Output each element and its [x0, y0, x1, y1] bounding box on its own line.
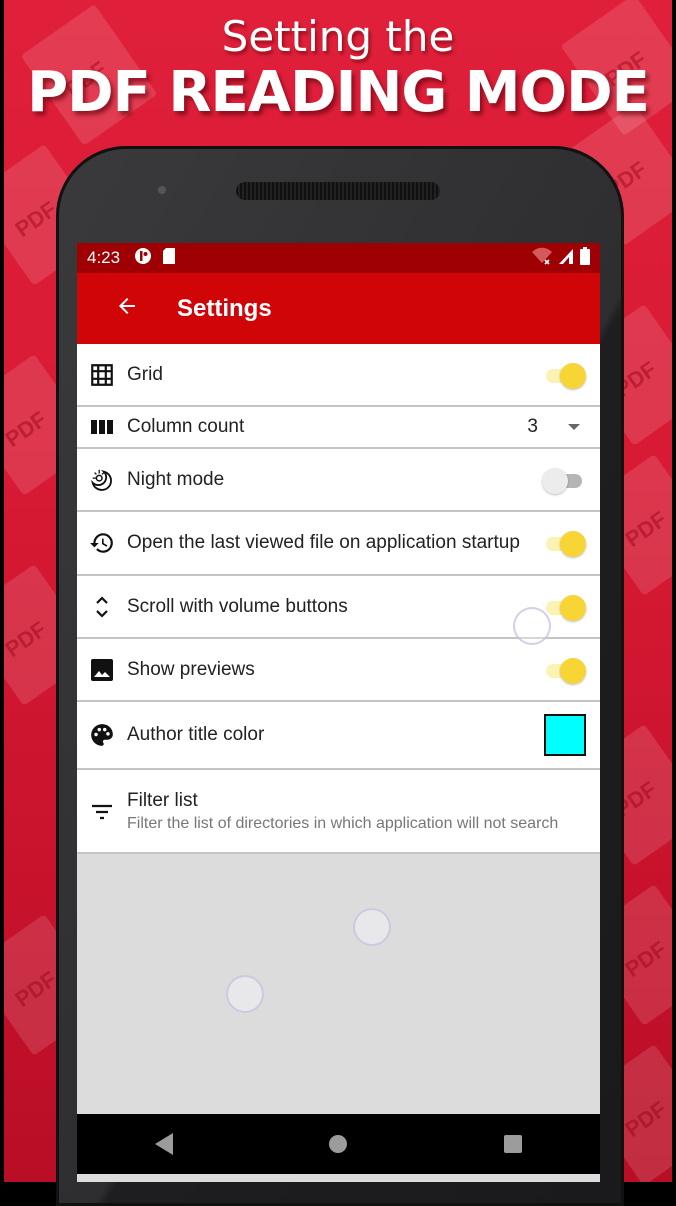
show-previews-switch[interactable] [542, 657, 586, 684]
right-edge [672, 0, 676, 1182]
palette-icon [89, 722, 115, 748]
setting-open-last-file[interactable]: Open the last viewed file on application… [77, 512, 600, 576]
scroll-volume-switch[interactable] [542, 594, 586, 621]
navigation-bar [77, 1114, 600, 1174]
pdf-tile-label: PDF [620, 1096, 671, 1142]
promo-title: PDF READING MODE [27, 60, 650, 125]
earpiece-speaker [236, 182, 440, 200]
setting-night-mode[interactable]: Night mode [77, 449, 600, 512]
phone-screen: 4:23 Settings Grid Column count 3 Night … [77, 243, 600, 1182]
pdf-tile-label: PDF [620, 936, 671, 982]
nav-back-button[interactable] [155, 1133, 174, 1155]
front-camera [158, 186, 166, 194]
setting-filter-list[interactable]: Filter list Filter the list of directori… [77, 770, 600, 854]
touch-indicator [226, 975, 264, 1013]
wifi-off-icon [532, 247, 552, 270]
pdf-tile-label: PDF [4, 406, 51, 452]
author-color-swatch[interactable] [544, 714, 586, 756]
battery-icon [580, 246, 590, 270]
grid-icon [89, 362, 115, 388]
setting-label: Night mode [127, 468, 225, 490]
setting-label: Open the last viewed file on application… [127, 532, 520, 553]
grid-switch[interactable] [542, 362, 586, 389]
setting-show-previews[interactable]: Show previews [77, 639, 600, 702]
app-bar: Settings [77, 273, 600, 344]
setting-label: Grid [127, 363, 163, 385]
page-title: Settings [177, 294, 272, 322]
back-button[interactable] [77, 293, 177, 325]
setting-label: Scroll with volume buttons [127, 595, 348, 617]
pdf-tile-label: PDF [10, 196, 61, 242]
dropdown-value: 3 [527, 416, 538, 437]
setting-label: Column count [127, 416, 245, 437]
image-icon [89, 657, 115, 683]
app-notification-icon [134, 247, 152, 270]
touch-indicator [513, 607, 551, 645]
setting-label: Filter list [127, 789, 198, 811]
columns-icon [89, 414, 115, 440]
nav-recents-button[interactable] [503, 1135, 522, 1153]
night-mode-icon [89, 467, 115, 493]
pdf-tile-label: PDF [620, 506, 671, 552]
arrow-left-icon [119, 297, 135, 314]
status-bar: 4:23 [77, 243, 600, 273]
unfold-icon [89, 594, 115, 620]
setting-author-title-color[interactable]: Author title color [77, 702, 600, 770]
nav-home-button[interactable] [329, 1135, 348, 1153]
open-last-file-switch[interactable] [542, 530, 586, 557]
setting-column-count[interactable]: Column count 3 [77, 407, 600, 449]
filter-icon [89, 798, 115, 824]
setting-grid[interactable]: Grid [77, 344, 600, 407]
promo-headline: Setting the [221, 12, 455, 61]
dropdown-caret-icon [568, 424, 580, 430]
history-icon [89, 530, 115, 556]
status-right-icons [532, 246, 590, 270]
setting-label: Author title color [127, 724, 265, 745]
pdf-tile-label: PDF [4, 616, 51, 662]
pdf-tile-label: PDF [10, 966, 61, 1012]
night-mode-switch[interactable] [542, 467, 586, 494]
status-time: 4:23 [87, 248, 121, 267]
touch-indicator [353, 908, 391, 946]
column-count-dropdown[interactable]: 3 [527, 416, 586, 438]
filter-list-text: Filter list Filter the list of directori… [127, 789, 586, 834]
cell-signal-icon [558, 247, 574, 270]
sd-card-icon [162, 247, 176, 270]
setting-summary: Filter the list of directories in which … [127, 814, 559, 832]
settings-list: Grid Column count 3 Night mode Open the … [77, 344, 600, 854]
setting-label: Show previews [127, 658, 255, 680]
